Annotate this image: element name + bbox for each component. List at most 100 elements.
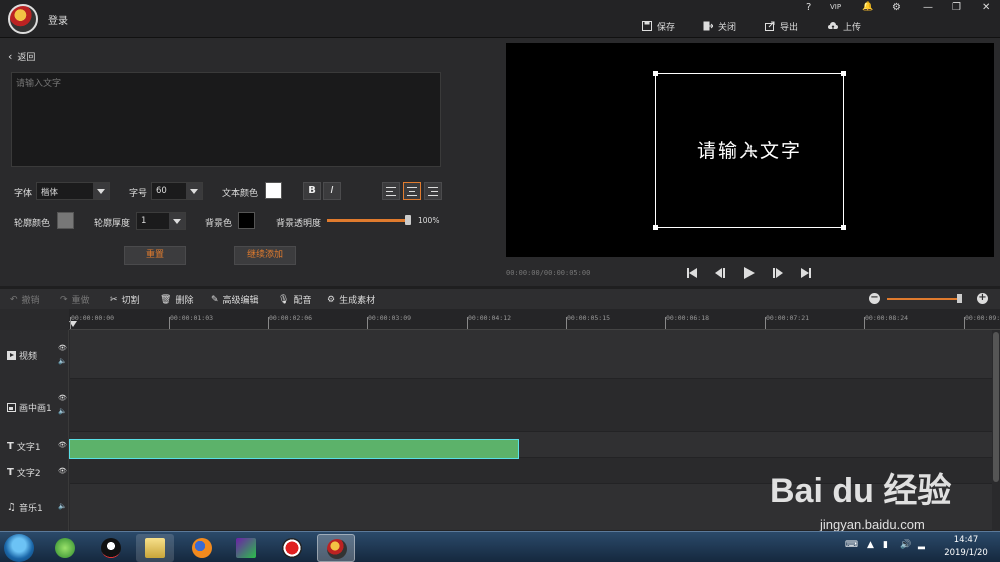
- bg-opacity-slider[interactable]: [327, 219, 408, 222]
- italic-button[interactable]: I: [323, 182, 341, 200]
- bg-opacity-slider-handle[interactable]: [405, 215, 411, 225]
- skip-start-icon[interactable]: [685, 266, 699, 280]
- text-color-swatch[interactable]: [265, 182, 282, 199]
- delete-button[interactable]: 🗑 删除: [160, 293, 193, 307]
- eye-icon[interactable]: 👁: [58, 441, 67, 449]
- track-header-pip[interactable]: 画中画1: [7, 401, 52, 414]
- undo-label: 撤销: [21, 296, 40, 306]
- track-lane-pip[interactable]: [70, 379, 992, 432]
- text-bounding-box[interactable]: 请输入文字: [653, 71, 846, 230]
- advanced-edit-button[interactable]: ✎ 高级编辑: [211, 293, 259, 307]
- track-label: 画中画1: [19, 404, 52, 414]
- chevron-up-icon[interactable]: ▲: [867, 540, 874, 550]
- speaker-icon[interactable]: 🔈: [58, 407, 67, 415]
- speaker-icon[interactable]: 🔈: [58, 502, 67, 510]
- track-header-text1[interactable]: T 文字1: [7, 440, 41, 453]
- move-cursor-icon: [744, 144, 758, 158]
- previous-frame-icon[interactable]: [713, 266, 727, 280]
- export-button[interactable]: 导出: [765, 19, 798, 33]
- bg-color-swatch[interactable]: [238, 212, 255, 229]
- outline-width-value: 1: [141, 216, 147, 226]
- gear-icon[interactable]: ⚙: [892, 2, 901, 13]
- back-button[interactable]: ‹ 返回: [8, 50, 35, 63]
- taskbar-app-player[interactable]: [227, 534, 265, 562]
- reset-button[interactable]: 重置: [124, 246, 186, 265]
- login-link[interactable]: 登录: [48, 12, 68, 27]
- bold-button[interactable]: B: [303, 182, 321, 200]
- advanced-edit-label: 高级编辑: [222, 296, 259, 306]
- device-icon[interactable]: ▮: [883, 540, 888, 550]
- volume-icon[interactable]: 🔊: [900, 540, 911, 550]
- keyboard-icon[interactable]: ⌨: [845, 540, 858, 550]
- skip-end-icon[interactable]: [799, 266, 813, 280]
- continue-add-button[interactable]: 继续添加: [234, 246, 296, 265]
- generate-material-button[interactable]: ⚙ 生成素材: [327, 293, 375, 307]
- resize-handle[interactable]: [841, 71, 846, 76]
- close-button[interactable]: 关闭: [703, 19, 736, 33]
- cut-button[interactable]: ✂ 切割: [110, 293, 140, 307]
- taskbar-app-firefox[interactable]: [183, 534, 221, 562]
- play-icon[interactable]: [742, 266, 756, 280]
- vip-icon[interactable]: VIP: [830, 3, 841, 11]
- minimize-icon[interactable]: —: [923, 2, 933, 13]
- align-right-button[interactable]: [424, 182, 442, 200]
- eye-icon[interactable]: 👁: [58, 467, 67, 475]
- font-select[interactable]: 楷体: [36, 182, 110, 200]
- timeline-ruler[interactable]: 00:00:00:00 00:00:01:03 00:00:02:06 00:0…: [69, 309, 1000, 330]
- next-frame-icon[interactable]: [771, 266, 785, 280]
- taskbar-app-editor[interactable]: [317, 534, 355, 562]
- chevron-down-icon: [93, 183, 109, 199]
- zoom-in-button[interactable]: +: [977, 293, 988, 304]
- text-clip[interactable]: [69, 439, 519, 459]
- start-button[interactable]: [4, 534, 34, 562]
- maximize-icon[interactable]: ❐: [952, 2, 961, 13]
- ruler-tick-label: 00:00:05:15: [567, 314, 611, 322]
- bell-icon[interactable]: 🔔: [862, 2, 873, 12]
- resize-handle[interactable]: [653, 225, 658, 230]
- eye-icon[interactable]: 👁: [58, 394, 67, 402]
- ruler-tick-label: 00:00:08:24: [865, 314, 909, 322]
- redo-label: 重做: [71, 296, 90, 306]
- align-center-button[interactable]: [403, 182, 421, 200]
- track-header-text2[interactable]: T 文字2: [7, 466, 41, 479]
- taskbar-app-qq[interactable]: [92, 534, 130, 562]
- size-select[interactable]: 60: [151, 182, 203, 200]
- help-icon[interactable]: ?: [806, 2, 811, 13]
- clock-date: 2019/1/20: [944, 548, 988, 558]
- undo-button[interactable]: ↶ 撤销: [10, 293, 40, 307]
- speaker-icon[interactable]: 🔈: [58, 357, 67, 365]
- user-avatar[interactable]: [8, 4, 38, 34]
- chevron-down-icon: [186, 183, 202, 199]
- taskbar-app-explorer[interactable]: [136, 534, 174, 562]
- text-input[interactable]: [11, 72, 441, 167]
- network-icon[interactable]: ▂: [918, 540, 925, 550]
- video-editor-app-icon: [327, 539, 347, 559]
- taskbar-app-recorder[interactable]: [273, 534, 311, 562]
- outline-color-label: 轮廓颜色: [14, 219, 51, 229]
- zoom-out-button[interactable]: −: [869, 293, 880, 304]
- track-header-video[interactable]: 视频: [7, 349, 37, 362]
- upload-button[interactable]: 上传: [828, 19, 861, 33]
- redo-button[interactable]: ↷ 重做: [60, 293, 90, 307]
- app-360-icon: [55, 538, 75, 558]
- track-lane-video[interactable]: [70, 330, 992, 379]
- film-reel-icon: ⚙: [327, 294, 336, 305]
- save-button[interactable]: 保存: [642, 19, 675, 33]
- align-left-button[interactable]: [382, 182, 400, 200]
- taskbar-app-360[interactable]: [46, 534, 84, 562]
- outline-color-swatch[interactable]: [57, 212, 74, 229]
- ruler-tick-label: 00:00:01:03: [170, 314, 214, 322]
- zoom-slider-handle[interactable]: [957, 294, 962, 303]
- folder-icon: [145, 538, 165, 558]
- system-clock[interactable]: 14:47 2019/1/20: [936, 534, 996, 560]
- outline-width-select[interactable]: 1: [136, 212, 186, 230]
- zoom-slider[interactable]: [887, 298, 960, 300]
- pencil-icon: ✎: [211, 294, 219, 305]
- resize-handle[interactable]: [841, 225, 846, 230]
- resize-handle[interactable]: [653, 71, 658, 76]
- close-window-icon[interactable]: ✕: [982, 2, 990, 13]
- track-header-music[interactable]: ♫ 音乐1: [7, 501, 43, 514]
- dub-button[interactable]: 🎙 配音: [278, 293, 311, 307]
- preview-canvas[interactable]: 请输入文字: [506, 43, 994, 257]
- eye-icon[interactable]: 👁: [58, 344, 67, 352]
